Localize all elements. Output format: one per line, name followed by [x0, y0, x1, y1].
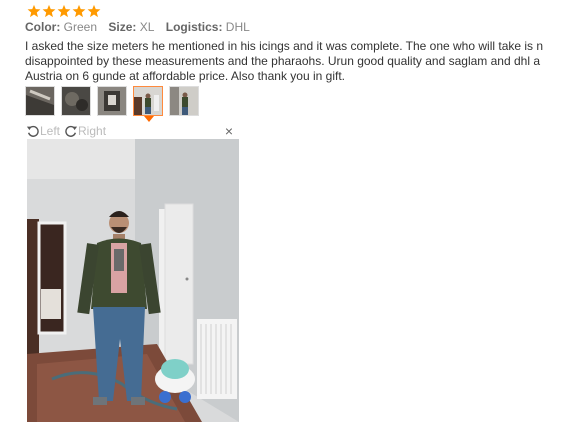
review-line: disappointed by these measurements and t… — [25, 54, 541, 68]
review-photo — [27, 139, 239, 422]
attr-logistics-value: DHL — [225, 20, 250, 34]
rotate-left-button[interactable]: Left — [26, 124, 60, 138]
close-viewer-button[interactable]: × — [225, 123, 233, 139]
rotate-left-label: Left — [40, 124, 61, 138]
viewer-toolbar: Left Right × — [26, 123, 239, 139]
review-line: I asked the size meters he mentioned in … — [25, 39, 544, 53]
rating-stars — [27, 4, 101, 20]
image-viewer: Left Right × — [26, 123, 239, 423]
review-thumbnail[interactable] — [169, 86, 199, 116]
review-text: I asked the size meters he mentioned in … — [25, 39, 567, 84]
review-thumbnail[interactable] — [25, 86, 55, 116]
star-icon — [57, 4, 71, 18]
attr-color-label: Color: — [25, 20, 61, 34]
star-icon — [27, 4, 41, 18]
rotate-right-button[interactable]: Right — [64, 124, 106, 138]
star-icon — [42, 4, 56, 18]
rotate-left-icon — [26, 125, 39, 137]
review-thumbnails — [25, 86, 205, 116]
review-thumbnail-active[interactable] — [133, 86, 163, 116]
attr-size-label: Size: — [108, 20, 137, 34]
attr-size-value: XL — [139, 20, 155, 34]
star-icon — [87, 4, 101, 18]
star-icon — [72, 4, 86, 18]
rotate-right-label: Right — [78, 124, 107, 138]
review-thumbnail[interactable] — [97, 86, 127, 116]
product-attributes: Color: Green Size: XL Logistics: DHL — [25, 20, 250, 34]
review-thumbnail[interactable] — [61, 86, 91, 116]
active-thumbnail-pointer — [144, 116, 154, 122]
rotate-right-icon — [65, 125, 78, 137]
review-line: Austria on 6 gunde at affordable price. … — [25, 69, 345, 83]
attr-logistics-label: Logistics: — [165, 20, 223, 34]
attr-color-value: Green — [63, 20, 98, 34]
